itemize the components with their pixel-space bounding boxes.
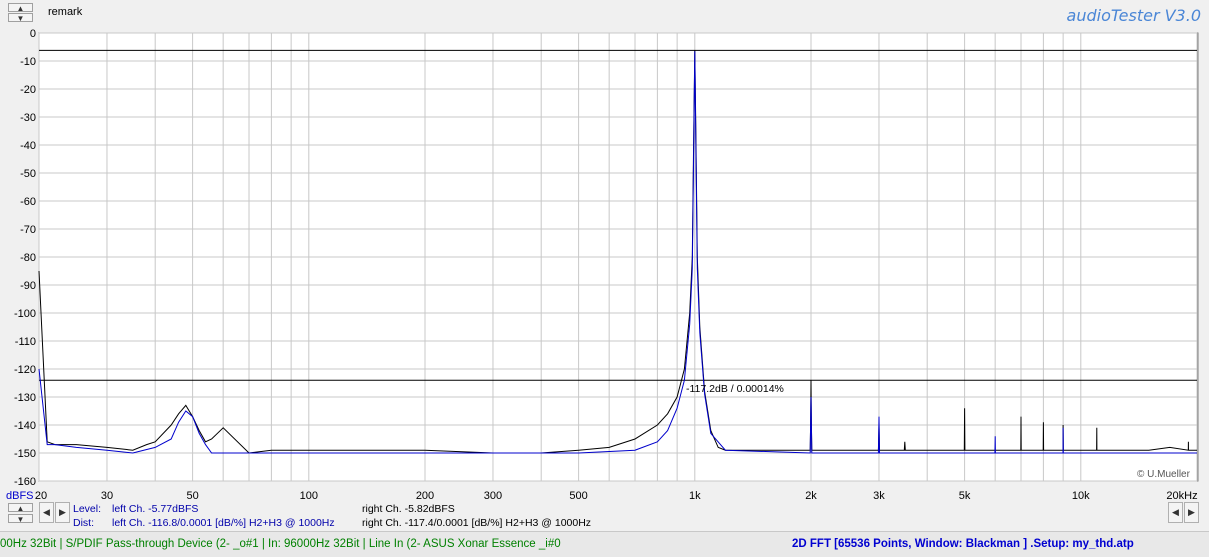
y-tick-label: -50 xyxy=(20,168,36,180)
y-tick-label: -150 xyxy=(14,448,36,460)
fft-chart: 0 -10 -20 -30 -40 -50 -60 -70 -80 -90 -100 -110 -120… xyxy=(6,28,1199,502)
x-tick-label: 500 xyxy=(569,490,587,502)
y-tick-label: -30 xyxy=(20,112,36,124)
x-tick-label: 1k xyxy=(689,490,701,502)
dist-right-value: right Ch. -117.4/0.0001 [dB/%] H2+H3 @ 1… xyxy=(362,517,592,529)
x-tick-label: 20 xyxy=(35,490,47,502)
x-tick-label: 10k xyxy=(1072,490,1090,502)
x-tick-label: 3k xyxy=(873,490,885,502)
reference-label: -117.2dB / 0.00014% xyxy=(686,383,784,395)
y-tick-label: -40 xyxy=(20,140,36,152)
x-tick-label: 20kHz xyxy=(1166,490,1197,502)
x-tick-label: 100 xyxy=(300,490,318,502)
level-right-value: right Ch. -5.82dBFS xyxy=(362,503,455,515)
bottom-spin-up-button[interactable]: ▲ xyxy=(8,503,33,513)
y-tick-label: -140 xyxy=(14,420,36,432)
x-tick-label: 50 xyxy=(186,490,198,502)
x-tick-label: 2k xyxy=(805,490,817,502)
y-tick-label: -10 xyxy=(20,56,36,68)
y-axis-unit-label: dBFS xyxy=(6,490,34,502)
scroll-right-button[interactable]: ▶ xyxy=(55,502,70,523)
level-left-value: left Ch. -5.77dBFS xyxy=(112,503,199,515)
y-tick-label: -20 xyxy=(20,84,36,96)
dist-left-value: left Ch. -116.8/0.0001 [dB/%] H2+H3 @ 10… xyxy=(112,517,335,529)
status-bar: 00Hz 32Bit | S/PDIF Pass-through Device … xyxy=(0,531,1209,557)
copyright-text: © U.Mueller xyxy=(1137,469,1191,480)
x-tick-labels: 20 30 50 100 200 300 500 1k 2k 3k 5k 10k 20kHz xyxy=(35,490,1198,502)
x-tick-label: 300 xyxy=(484,490,502,502)
x-tick-label: 30 xyxy=(101,490,113,502)
y-tick-label: -80 xyxy=(20,252,36,264)
y-tick-label: -70 xyxy=(20,224,36,236)
status-fft-info: 2D FFT [65536 Points, Window: Blackman ]… xyxy=(792,538,1134,550)
status-device-info: 00Hz 32Bit | S/PDIF Pass-through Device … xyxy=(0,538,561,550)
y-tick-labels: 0 -10 -20 -30 -40 -50 -60 -70 -80 -90 -100 -110 -120… xyxy=(14,28,36,488)
x-tick-label: 200 xyxy=(416,490,434,502)
y-tick-label: -120 xyxy=(14,364,36,376)
y-tick-label: -130 xyxy=(14,392,36,404)
scroll-left-button[interactable]: ◀ xyxy=(39,502,54,523)
bottom-spin-down-button[interactable]: ▼ xyxy=(8,514,33,524)
y-tick-label: -110 xyxy=(15,336,36,348)
scroll-left-button-2[interactable]: ◀ xyxy=(1168,502,1183,523)
y-tick-label: -100 xyxy=(14,308,36,320)
x-tick-label: 5k xyxy=(959,490,971,502)
y-tick-label: -90 xyxy=(20,280,36,292)
dist-label: Dist: xyxy=(73,517,94,529)
level-label: Level: xyxy=(73,503,102,515)
y-tick-label: -60 xyxy=(20,196,36,208)
scroll-right-button-2[interactable]: ▶ xyxy=(1184,502,1199,523)
y-tick-label: 0 xyxy=(30,28,36,40)
y-tick-label: -160 xyxy=(14,476,36,488)
